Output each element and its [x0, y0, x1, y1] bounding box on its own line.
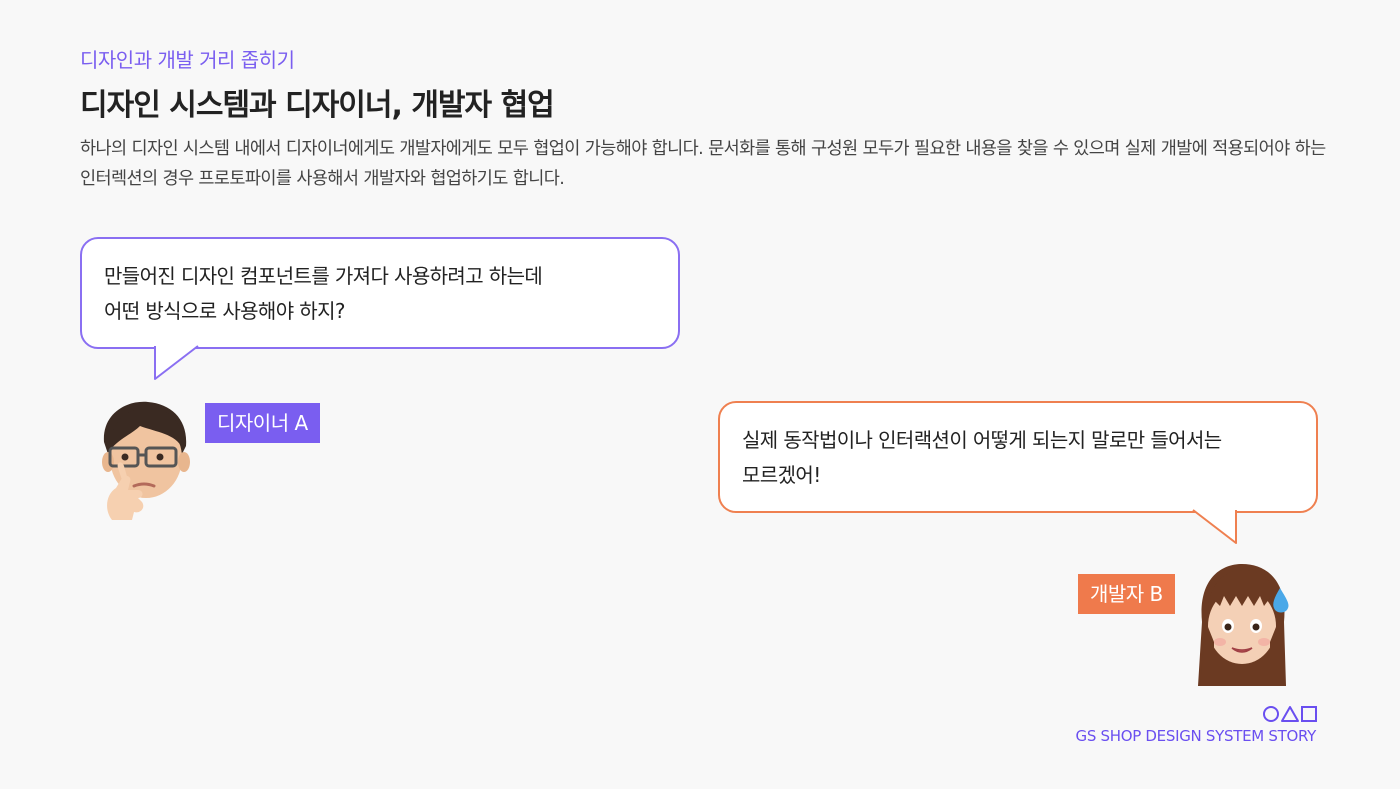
developer-name-tag: 개발자 B: [1078, 574, 1175, 614]
brand-shapes-icon: [1263, 706, 1317, 722]
designer-bubble-tail: [154, 345, 199, 380]
developer-message-line-2: 모르겠어!: [742, 463, 821, 487]
circle-icon: [1263, 706, 1279, 722]
page-description: 하나의 디자인 시스템 내에서 디자이너에게도 개발자에게도 모두 협업이 가능…: [80, 139, 1326, 189]
designer-message-line-1: 만들어진 디자인 컴포넌트를 가져다 사용하려고 하는데: [104, 264, 543, 288]
designer-message-line-2: 어떤 방식으로 사용해야 하지?: [104, 299, 345, 323]
page-title: 디자인 시스템과 디자이너, 개발자 협업: [80, 88, 555, 123]
brand-name: GS SHOP DESIGN SYSTEM STORY: [1075, 727, 1317, 745]
designer-name-tag: 디자이너 A: [205, 403, 320, 443]
developer-message-line-1: 실제 동작법이나 인터랙션이 어떻게 되는지 말로만 들어서는: [742, 428, 1222, 452]
designer-speech-bubble: 만들어진 디자인 컴포넌트를 가져다 사용하려고 하는데 어떤 방식으로 사용해…: [80, 237, 680, 349]
square-icon: [1301, 706, 1317, 722]
triangle-icon: [1281, 706, 1299, 722]
designer-avatar-icon: [102, 401, 190, 520]
developer-avatar-icon: [1198, 564, 1289, 686]
header-eyebrow: 디자인과 개발 거리 좁히기: [80, 48, 295, 72]
developer-speech-bubble: 실제 동작법이나 인터랙션이 어떻게 되는지 말로만 들어서는 모르겠어!: [718, 401, 1318, 513]
developer-bubble-tail: [1192, 509, 1237, 544]
